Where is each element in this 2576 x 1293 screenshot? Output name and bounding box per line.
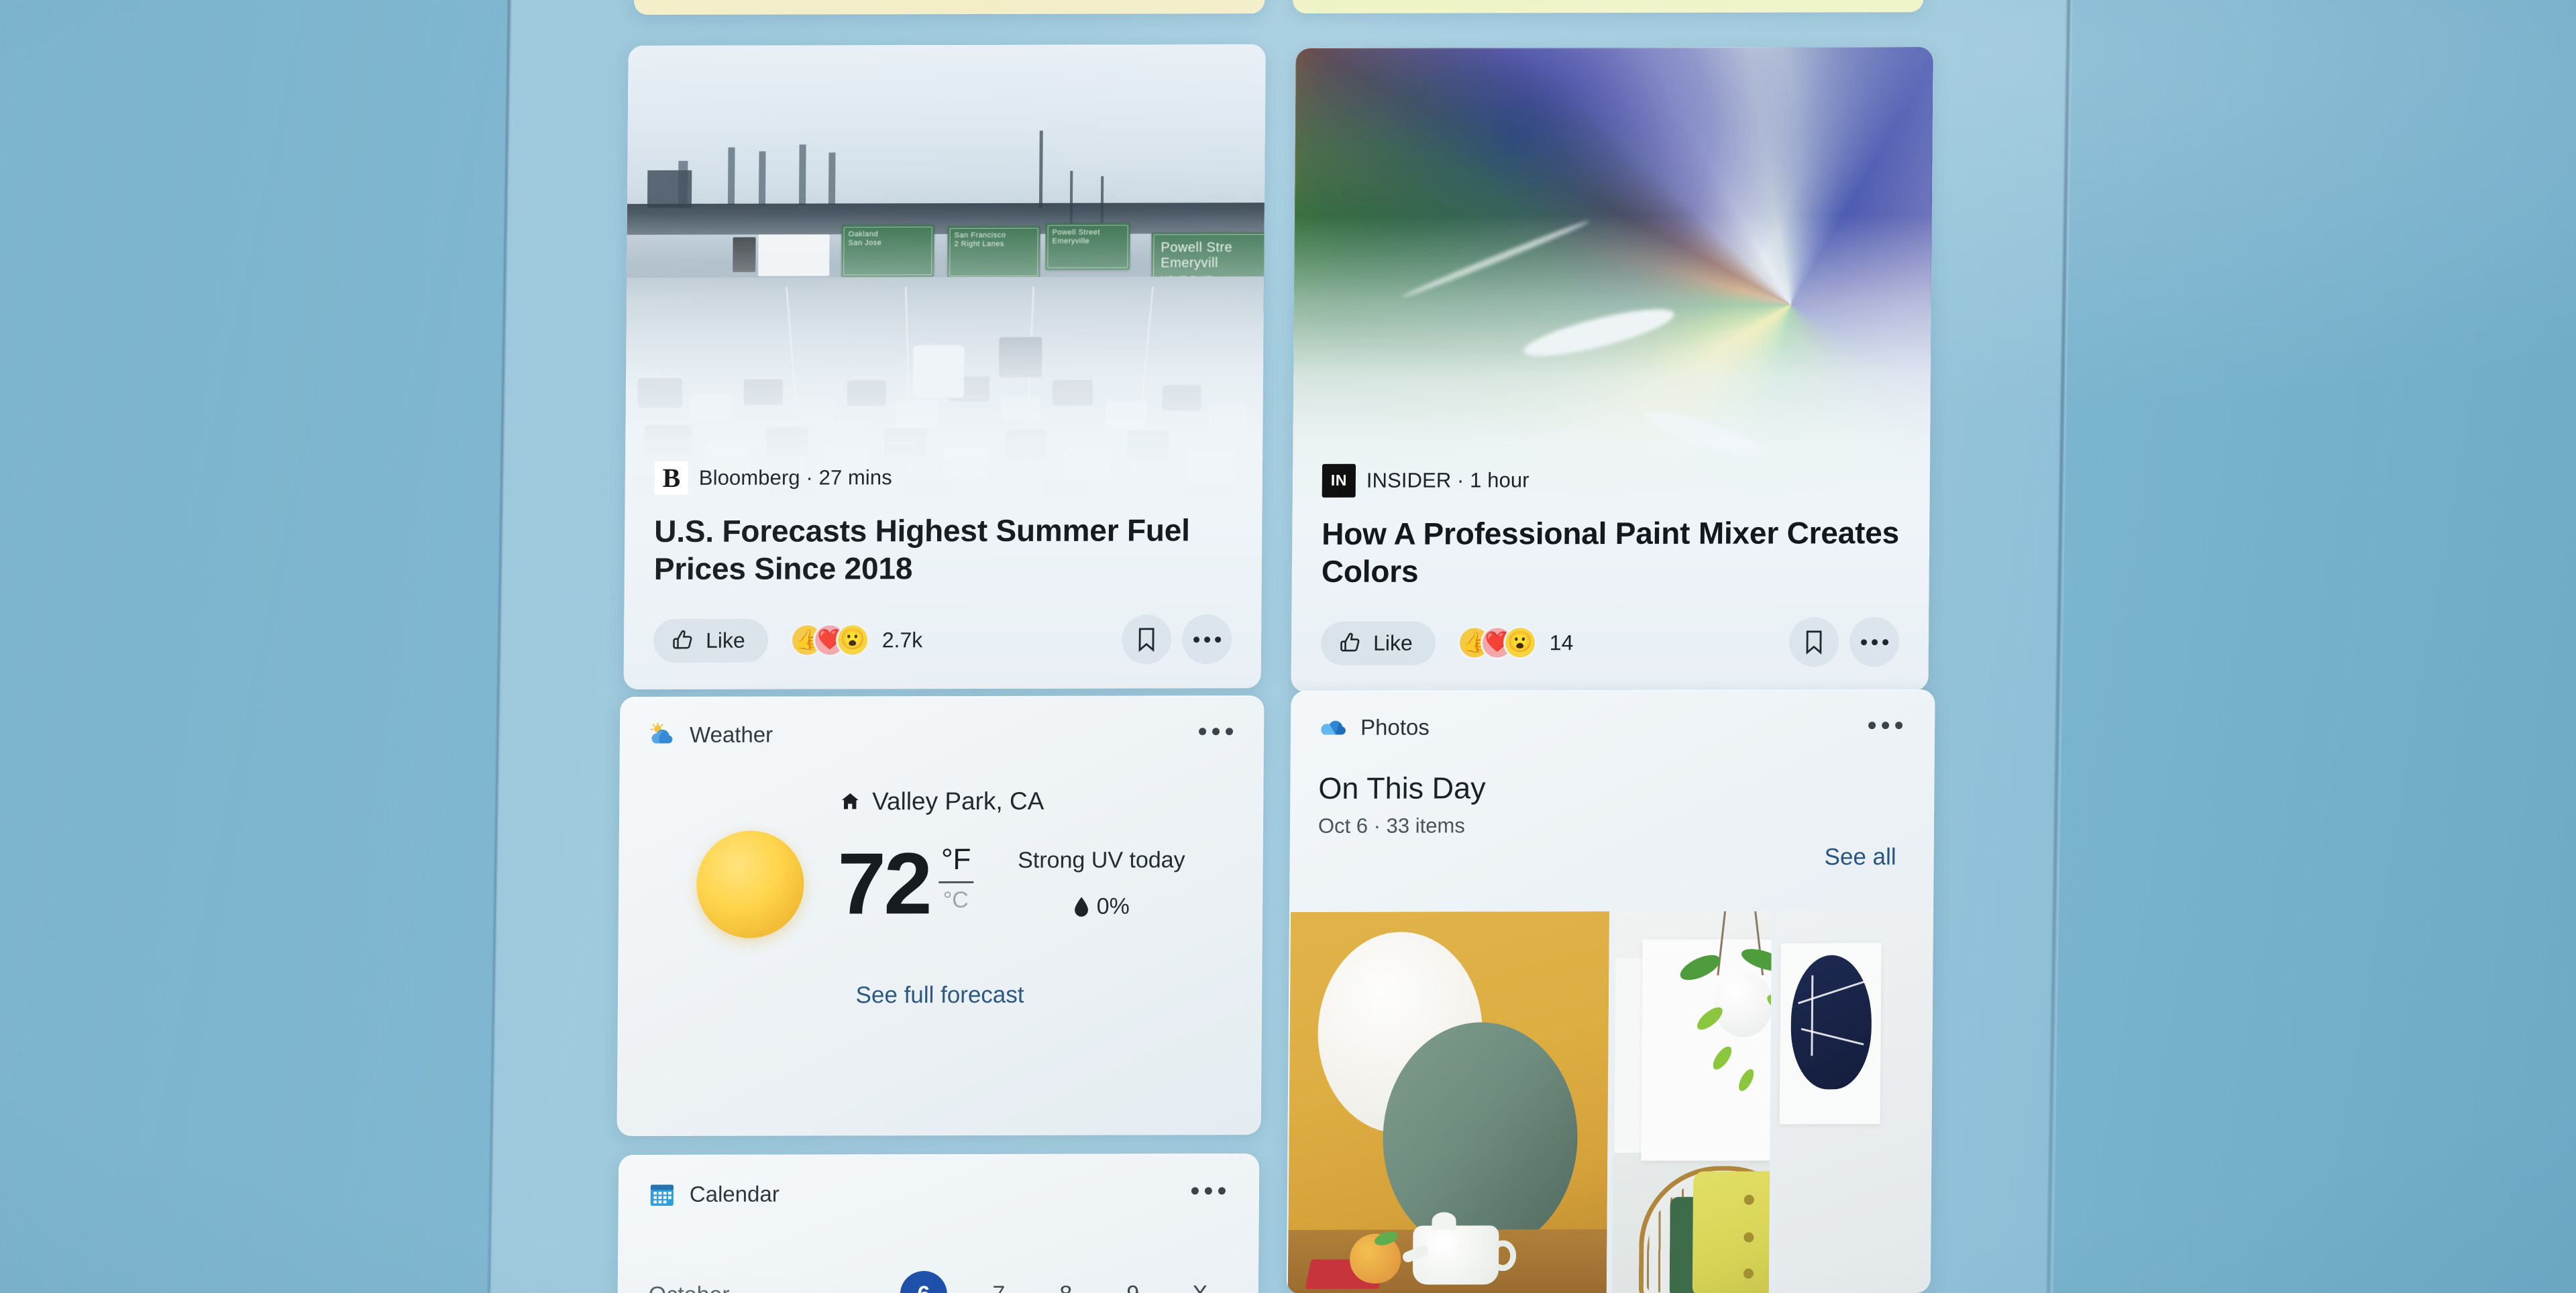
temperature-unit-toggle[interactable]: °F °C [938, 842, 974, 913]
news-source-label: INSIDER · 1 hour [1366, 468, 1529, 492]
like-button[interactable]: Like [653, 618, 769, 663]
precipitation-value: 0% [1096, 893, 1130, 919]
news-source-row: B Bloomberg · 27 mins [654, 460, 1233, 495]
calendar-strip: October 6 7 8 9 X [617, 1270, 1258, 1293]
calendar-title: Calendar [689, 1181, 780, 1206]
unit-celsius[interactable]: °C [943, 887, 969, 913]
calendar-month-label: October [649, 1282, 730, 1293]
weather-precipitation: 0% [1073, 893, 1130, 919]
weather-location-row[interactable]: Valley Park, CA [619, 787, 1263, 816]
unit-fahrenheit[interactable]: °F [941, 842, 971, 875]
photos-more-options-button[interactable] [1862, 720, 1903, 732]
news-card-insider[interactable]: IN INSIDER · 1 hour How A Professional P… [1291, 47, 1933, 692]
like-label: Like [705, 628, 745, 653]
more-options-icon [1860, 638, 1888, 645]
reaction-group[interactable]: 👍 ❤️ 😮 14 [1459, 628, 1574, 658]
calendar-day-today[interactable]: 6 [900, 1271, 948, 1293]
more-options-icon [1193, 636, 1221, 642]
weather-widget[interactable]: Weather Valley Park, CA 72 °F °C Strong … [616, 695, 1265, 1137]
weather-temperature: 72 [837, 834, 931, 933]
insider-logo-icon: IN [1322, 463, 1356, 498]
reaction-group[interactable]: 👍 ❤️ 😮 2.7k [792, 625, 923, 655]
weather-main-row: 72 °F °C Strong UV today 0% [619, 830, 1263, 938]
window-right-edge [2046, 0, 2071, 1293]
news-actions-row: Like 👍 ❤️ 😮 2.7k [653, 614, 1232, 665]
calendar-more-options-button[interactable] [1185, 1186, 1226, 1198]
sun-behind-cloud-icon [650, 722, 673, 744]
partial-card-top-right[interactable] [1293, 0, 1924, 14]
weather-uv-note: Strong UV today [1018, 847, 1185, 873]
like-button[interactable]: Like [1320, 621, 1436, 665]
news-actions-row: Like 👍 ❤️ 😮 14 [1320, 617, 1900, 668]
photo-thumbnail[interactable] [1774, 910, 1934, 1293]
calendar-day[interactable]: 8 [1051, 1281, 1081, 1293]
photos-meta: Oct 6 · 33 items [1318, 813, 1465, 838]
news-source-row: IN INSIDER · 1 hour [1322, 463, 1900, 498]
photos-see-all-link[interactable]: See all [1824, 844, 1896, 870]
thumbs-up-icon [1340, 632, 1360, 652]
bloomberg-logo-icon: B [654, 461, 689, 495]
photos-widget[interactable]: Photos On This Day Oct 6 · 33 items See … [1286, 689, 1935, 1293]
weather-title: Weather [689, 722, 773, 747]
weather-more-options-button[interactable] [1193, 726, 1234, 738]
news-more-options-button[interactable] [1181, 614, 1232, 665]
calendar-header: Calendar [619, 1154, 1260, 1208]
thumbs-up-icon [673, 630, 692, 649]
calendar-day[interactable]: 7 [983, 1281, 1014, 1293]
save-bookmark-button[interactable] [1788, 617, 1839, 667]
bookmark-icon [1138, 628, 1155, 653]
photo-thumbnail[interactable] [1611, 911, 1772, 1293]
photos-title: Photos [1360, 714, 1430, 740]
photos-heading: On This Day [1318, 771, 1486, 805]
surprised-reaction-icon: 😮 [1505, 628, 1535, 658]
news-more-options-button[interactable] [1849, 617, 1900, 667]
calendar-icon [650, 1184, 674, 1206]
water-drop-icon [1074, 897, 1088, 917]
reaction-count: 2.7k [881, 627, 923, 652]
photos-subheader: On This Day Oct 6 · 33 items [1290, 740, 1935, 838]
calendar-widget[interactable]: Calendar October 6 7 8 9 X [616, 1154, 1260, 1293]
unit-divider [938, 881, 973, 883]
news-headline[interactable]: How A Professional Paint Mixer Creates C… [1322, 514, 1900, 590]
reaction-count: 14 [1549, 630, 1574, 655]
photos-cloud-icon [1321, 720, 1346, 735]
photos-thumbnail-grid [1287, 910, 1934, 1293]
photo-thumbnail[interactable] [1287, 911, 1610, 1293]
weather-location: Valley Park, CA [871, 787, 1044, 816]
widgets-board: OaklandSan Jose San Francisco2 Right Lan… [616, 0, 1964, 1293]
sunny-condition-icon [696, 830, 804, 938]
like-label: Like [1373, 630, 1413, 655]
see-full-forecast-link[interactable]: See full forecast [618, 981, 1262, 1009]
calendar-day-overflow[interactable]: X [1185, 1281, 1216, 1293]
news-card-bloomberg[interactable]: OaklandSan Jose San Francisco2 Right Lan… [623, 44, 1266, 690]
photos-header: Photos [1291, 689, 1935, 742]
calendar-days: 6 7 8 9 X [900, 1270, 1228, 1293]
window-left-edge [487, 0, 511, 1293]
news-headline[interactable]: U.S. Forecasts Highest Summer Fuel Price… [654, 511, 1233, 587]
calendar-day[interactable]: 9 [1118, 1281, 1148, 1293]
bookmark-icon [1806, 630, 1822, 655]
partial-card-top-left[interactable] [634, 0, 1265, 15]
save-bookmark-button[interactable] [1121, 614, 1172, 665]
home-icon [841, 793, 859, 809]
surprised-reaction-icon: 😮 [837, 625, 867, 655]
news-source-label: Bloomberg · 27 mins [698, 465, 892, 490]
weather-header: Weather [620, 695, 1265, 749]
